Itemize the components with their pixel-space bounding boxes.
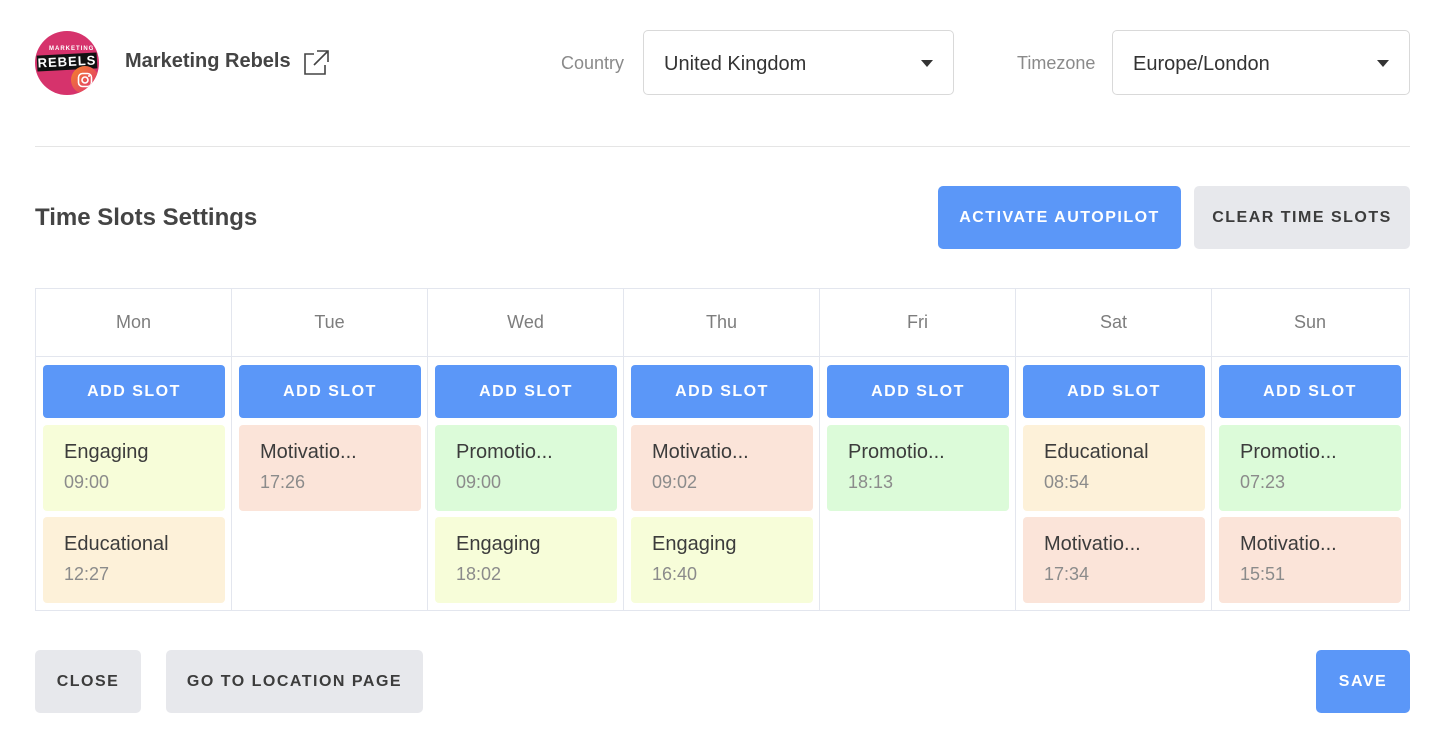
- slot-category: Promotio...: [456, 441, 553, 463]
- slot-time: 17:26: [260, 472, 306, 492]
- slot-category: Promotio...: [1240, 441, 1337, 463]
- slot-time: 09:00: [64, 472, 110, 492]
- time-slot-card[interactable]: Promotio... 09:00: [435, 425, 617, 511]
- external-link-icon[interactable]: [301, 48, 331, 78]
- day-header: Sun: [1212, 289, 1408, 357]
- slot-time: 12:27: [64, 564, 110, 584]
- slot-category: Motivatio...: [1240, 533, 1337, 555]
- slot-time: 08:54: [1044, 472, 1090, 492]
- save-button[interactable]: SAVE: [1316, 650, 1410, 713]
- slot-time: 15:51: [1240, 564, 1286, 584]
- day-column-tue: Tue ADD SLOT Motivatio... 17:26: [232, 289, 428, 610]
- day-column-sun: Sun ADD SLOT Promotio... 07:23 Motivatio... 1…: [1212, 289, 1408, 610]
- slot-category: Motivatio...: [1044, 533, 1141, 555]
- country-select[interactable]: United Kingdom: [643, 30, 954, 95]
- time-slot-card[interactable]: Educational 08:54: [1023, 425, 1205, 511]
- slot-category: Motivatio...: [652, 441, 749, 463]
- slot-category: Engaging: [456, 533, 541, 555]
- time-slot-card[interactable]: Motivatio... 09:02: [631, 425, 813, 511]
- day-header: Tue: [232, 289, 427, 357]
- slot-time: 07:23: [1240, 472, 1286, 492]
- slot-time: 09:02: [652, 472, 698, 492]
- add-slot-button[interactable]: ADD SLOT: [435, 365, 617, 418]
- chevron-down-icon: [921, 60, 933, 67]
- add-slot-button[interactable]: ADD SLOT: [239, 365, 421, 418]
- slot-category: Promotio...: [848, 441, 945, 463]
- header-divider: [35, 146, 1410, 147]
- day-header: Wed: [428, 289, 623, 357]
- chevron-down-icon: [1377, 60, 1389, 67]
- time-slot-card[interactable]: Educational 12:27: [43, 517, 225, 603]
- day-column-sat: Sat ADD SLOT Educational 08:54 Motivatio... 1…: [1016, 289, 1212, 610]
- day-header: Thu: [624, 289, 819, 357]
- slot-category: Educational: [1044, 441, 1149, 463]
- timezone-label: Timezone: [1017, 53, 1096, 73]
- time-slot-card[interactable]: Promotio... 18:13: [827, 425, 1009, 511]
- add-slot-button[interactable]: ADD SLOT: [1023, 365, 1205, 418]
- section-title: Time Slots Settings: [35, 204, 258, 231]
- slot-time: 16:40: [652, 564, 698, 584]
- avatar-top-text: MARKETING: [49, 46, 95, 52]
- slot-time: 09:00: [456, 472, 502, 492]
- slot-category: Educational: [64, 533, 169, 555]
- account-name: Marketing Rebels: [125, 50, 291, 72]
- country-label: Country: [561, 53, 625, 73]
- clear-time-slots-button[interactable]: CLEAR TIME SLOTS: [1194, 186, 1410, 249]
- time-slot-card[interactable]: Promotio... 07:23: [1219, 425, 1401, 511]
- slot-time: 17:34: [1044, 564, 1090, 584]
- time-slot-card[interactable]: Engaging 09:00: [43, 425, 225, 511]
- instagram-icon: [71, 66, 99, 94]
- day-column-mon: Mon ADD SLOT Engaging 09:00 Educational 12:27: [36, 289, 232, 610]
- day-column-wed: Wed ADD SLOT Promotio... 09:00 Engaging 18:02: [428, 289, 624, 610]
- close-button[interactable]: CLOSE: [35, 650, 141, 713]
- add-slot-button[interactable]: ADD SLOT: [827, 365, 1009, 418]
- time-slot-card[interactable]: Motivatio... 15:51: [1219, 517, 1401, 603]
- add-slot-button[interactable]: ADD SLOT: [1219, 365, 1401, 418]
- time-slot-card[interactable]: Motivatio... 17:26: [239, 425, 421, 511]
- add-slot-button[interactable]: ADD SLOT: [43, 365, 225, 418]
- day-column-fri: Fri ADD SLOT Promotio... 18:13: [820, 289, 1016, 610]
- timezone-value: Europe/London: [1133, 53, 1270, 75]
- country-value: United Kingdom: [664, 53, 807, 75]
- account-header: MARKETING REBELS Marketing Rebels Countr…: [35, 30, 1410, 95]
- timezone-select[interactable]: Europe/London: [1112, 30, 1410, 95]
- activate-autopilot-button[interactable]: ACTIVATE AUTOPILOT: [938, 186, 1181, 249]
- account-avatar: MARKETING REBELS: [35, 31, 99, 95]
- day-column-thu: Thu ADD SLOT Motivatio... 09:02 Engaging 16:4…: [624, 289, 820, 610]
- slot-category: Engaging: [652, 533, 737, 555]
- time-slots-grid: Mon ADD SLOT Engaging 09:00 Educational 12:27…: [35, 288, 1410, 611]
- day-header: Sat: [1016, 289, 1211, 357]
- time-slot-card[interactable]: Engaging 18:02: [435, 517, 617, 603]
- time-slot-card[interactable]: Motivatio... 17:34: [1023, 517, 1205, 603]
- slot-time: 18:13: [848, 472, 894, 492]
- slot-category: Motivatio...: [260, 441, 357, 463]
- day-header: Fri: [820, 289, 1015, 357]
- slot-time: 18:02: [456, 564, 502, 584]
- day-header: Mon: [36, 289, 231, 357]
- go-to-location-page-button[interactable]: GO TO LOCATION PAGE: [166, 650, 423, 713]
- add-slot-button[interactable]: ADD SLOT: [631, 365, 813, 418]
- time-slot-card[interactable]: Engaging 16:40: [631, 517, 813, 603]
- slot-category: Engaging: [64, 441, 149, 463]
